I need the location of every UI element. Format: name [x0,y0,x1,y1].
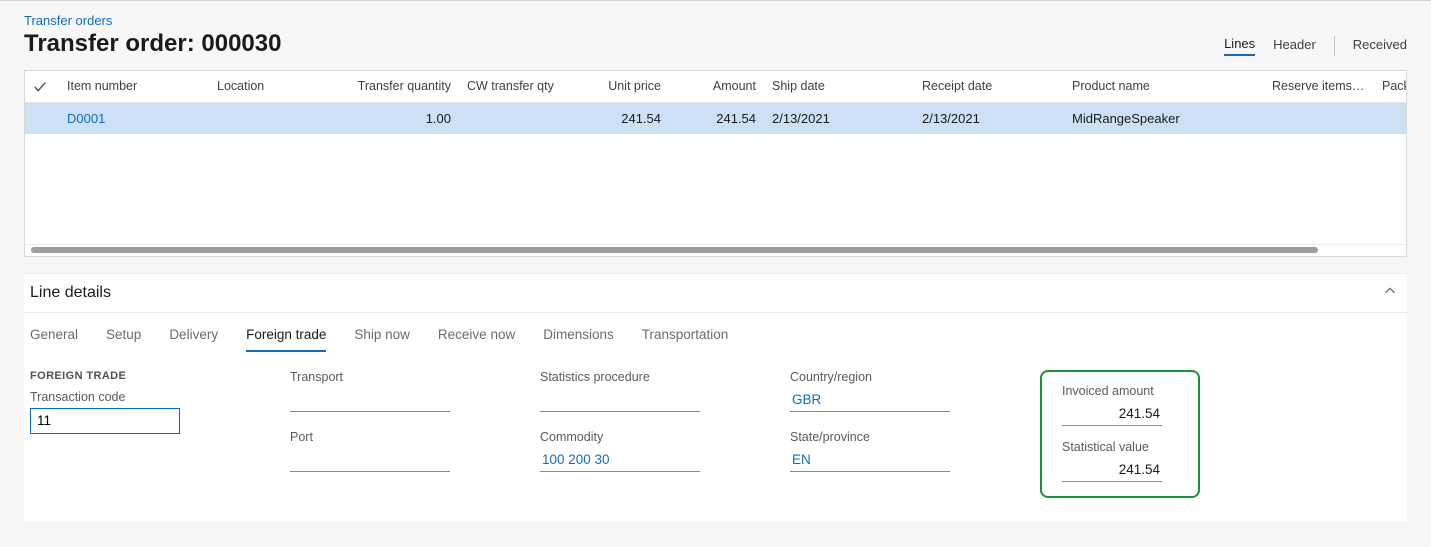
state-province-field[interactable] [790,448,950,472]
col-receipt-date[interactable]: Receipt date [914,71,1064,102]
ltab-ship-now[interactable]: Ship now [354,321,410,352]
amount-highlight-box: Invoiced amount Statistical value [1040,370,1200,498]
grid-horizontal-scrollbar[interactable] [25,244,1406,256]
scrollbar-thumb[interactable] [31,247,1318,253]
label-statistical-value: Statistical value [1062,440,1178,454]
page-title: Transfer order: 000030 [24,30,281,58]
cell-product-name: MidRangeSpeaker [1064,102,1264,134]
ltab-setup[interactable]: Setup [106,321,141,352]
col-unit-price[interactable]: Unit price [569,71,669,102]
cell-reserve [1264,102,1374,134]
country-region-field[interactable] [790,388,950,412]
label-country-region: Country/region [790,370,1030,384]
statistics-procedure-field[interactable] [540,388,700,412]
foreign-trade-fieldset: FOREIGN TRADE Transaction code Transport… [24,352,1407,522]
breadcrumb-transfer-orders[interactable]: Transfer orders [24,13,112,28]
transport-field[interactable] [290,388,450,412]
tab-received[interactable]: Received [1353,37,1407,55]
col-amount[interactable]: Amount [669,71,764,102]
ltab-receive-now[interactable]: Receive now [438,321,515,352]
cell-transfer-qty: 1.00 [329,102,459,134]
tab-header[interactable]: Header [1273,37,1316,55]
tab-lines[interactable]: Lines [1224,36,1255,56]
label-transaction-code: Transaction code [30,390,280,404]
ltab-dimensions[interactable]: Dimensions [543,321,614,352]
port-field[interactable] [290,448,450,472]
grid-empty-space [25,134,1406,244]
col-transfer-qty[interactable]: Transfer quantity [329,71,459,102]
lines-grid: Item number Location Transfer quantity C… [25,71,1406,134]
cell-location [209,102,329,134]
tab-divider [1334,36,1335,56]
ft-col-3: Statistics procedure Commodity [540,370,780,490]
cell-amount: 241.54 [669,102,764,134]
col-item-number[interactable]: Item number [59,71,209,102]
view-tabs: Lines Header Received [1224,36,1407,70]
line-details-panel: Line details General Setup Delivery Fore… [24,273,1407,523]
foreign-trade-section-label: FOREIGN TRADE [30,370,280,382]
cell-unit-price: 241.54 [569,102,669,134]
label-commodity: Commodity [540,430,780,444]
line-details-title: Line details [30,284,111,302]
statistical-value-field [1062,458,1162,482]
col-reserve[interactable]: Reserve items a... [1264,71,1374,102]
breadcrumb: Transfer orders [24,9,1407,28]
cell-ship-date: 2/13/2021 [764,102,914,134]
line-details-tabs: General Setup Delivery Foreign trade Shi… [24,313,1407,352]
grid-header-row: Item number Location Transfer quantity C… [25,71,1406,102]
label-invoiced-amount: Invoiced amount [1062,384,1178,398]
cell-receipt-date: 2/13/2021 [914,102,1064,134]
label-state-province: State/province [790,430,1030,444]
col-ship-date[interactable]: Ship date [764,71,914,102]
col-location[interactable]: Location [209,71,329,102]
ft-col-2: Transport Port [290,370,530,490]
cell-item-number[interactable]: D0001 [59,102,209,134]
check-icon [33,80,47,94]
cell-packing-qty [1374,102,1406,134]
commodity-field[interactable] [540,448,700,472]
ltab-general[interactable]: General [30,321,78,352]
label-port: Port [290,430,530,444]
row-select[interactable] [25,102,59,134]
col-packing-qty[interactable]: Packing qu [1374,71,1406,102]
transaction-code-field[interactable] [30,408,180,434]
chevron-up-icon[interactable] [1383,284,1397,301]
invoiced-amount-field [1062,402,1162,426]
label-statistics-procedure: Statistics procedure [540,370,780,384]
grid-select-all[interactable] [25,71,59,102]
lines-grid-card: Item number Location Transfer quantity C… [24,70,1407,257]
ltab-transportation[interactable]: Transportation [642,321,729,352]
col-product-name[interactable]: Product name [1064,71,1264,102]
cell-cw-transfer-qty [459,102,569,134]
table-row[interactable]: D0001 1.00 241.54 241.54 2/13/2021 2/13/… [25,102,1406,134]
label-transport: Transport [290,370,530,384]
ltab-foreign-trade[interactable]: Foreign trade [246,321,326,352]
col-cw-transfer-qty[interactable]: CW transfer qty [459,71,569,102]
ltab-delivery[interactable]: Delivery [169,321,218,352]
ft-col-4: Country/region State/province [790,370,1030,490]
ft-col-1: FOREIGN TRADE Transaction code [30,370,280,452]
